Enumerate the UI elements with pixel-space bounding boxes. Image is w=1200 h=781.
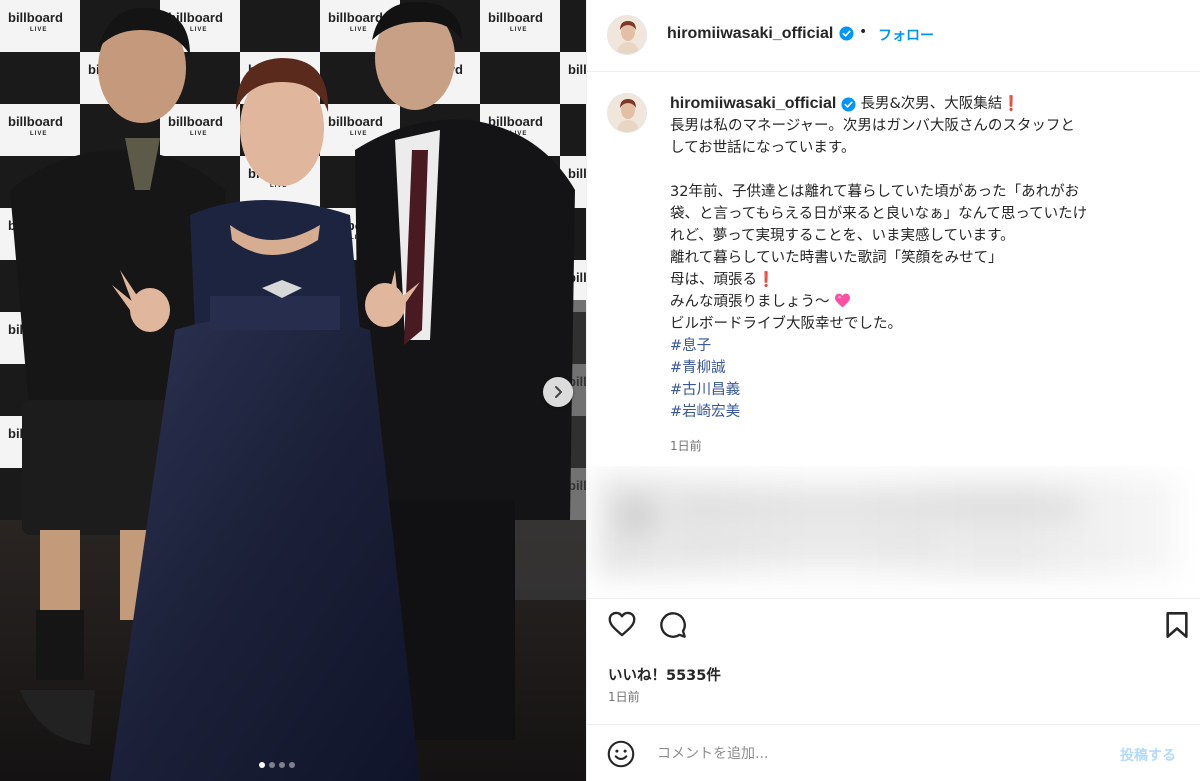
backdrop-logo-sub: LIVE (350, 131, 367, 137)
avatar-image (608, 16, 646, 54)
backdrop-logo-text: billboard (568, 62, 586, 77)
author-username[interactable]: hiromiiwasaki_official (667, 25, 833, 43)
post-photo[interactable]: billboard LIVE billboard LIVE billboard LIVE b… (0, 0, 586, 781)
chevron-right-icon (555, 386, 562, 398)
backdrop-logo-text: billboard (488, 10, 543, 25)
backdrop-logo-sub: LIVE (350, 27, 367, 33)
comment-input[interactable] (657, 741, 1097, 767)
caption-line: れど、夢って実現することを、いま実感しています。 (670, 228, 1015, 244)
hashtag-link[interactable]: #古川昌義 (670, 379, 1190, 401)
backdrop-logo-sub: LIVE (190, 27, 207, 33)
backdrop-logo-text: billboard (568, 166, 586, 181)
caption-line: 離れて暮らしていた時書いた歌詞「笑顔をみせて」 (670, 250, 1003, 266)
post-actions-bar (587, 598, 1200, 656)
exclamation-emoji-icon: ❗ (757, 272, 776, 288)
caption-line: 袋、と言ってもらえる日が来ると良いなぁ」なんて思っていたけ (670, 206, 1088, 222)
caption-text: hiromiiwasaki_official 長男&次男、大阪集結❗ 長男は私の… (670, 93, 1190, 457)
avatar-image (608, 94, 646, 132)
carousel-dot (269, 762, 275, 768)
verified-badge-icon (841, 96, 856, 112)
caption-line: してお世話になっています。 (670, 140, 856, 156)
verified-badge-icon (839, 26, 854, 41)
caption-timestamp: 1日前 (670, 439, 702, 453)
carousel-dot (259, 762, 265, 768)
caption-line: 32年前、子供達とは離れて暮らしていた頃があった「あれがお (670, 184, 1080, 200)
hashtag-link[interactable]: #青柳誠 (670, 357, 1190, 379)
caption-line-row: 母は、頑張る❗ (670, 269, 1190, 291)
backdrop-logo-text: billboard (328, 10, 383, 25)
caption-first-line: hiromiiwasaki_official 長男&次男、大阪集結❗ (670, 93, 1190, 115)
avatar[interactable] (607, 93, 647, 133)
carousel-dot (289, 762, 295, 768)
backdrop-logo-sub: LIVE (190, 131, 207, 137)
carousel-indicator (259, 762, 295, 768)
comment-form: 投稿する (587, 724, 1200, 781)
header-separator: • (859, 24, 868, 40)
caption-line-row: みんな頑張りましょう〜 (670, 291, 1190, 313)
post-comment-button[interactable]: 投稿する (1120, 745, 1176, 765)
caption-line: 母は、頑張る (670, 272, 757, 288)
blurred-comments (587, 466, 1200, 596)
backdrop-logo-sub: LIVE (30, 131, 47, 137)
caption-line: 長男&次男、大阪集結 (860, 96, 1003, 112)
post-header: hiromiiwasaki_official • フォロー (587, 0, 1200, 72)
avatar[interactable] (607, 15, 647, 55)
photo-image: billboard LIVE billboard LIVE billboard LIVE b… (0, 0, 586, 781)
follow-button[interactable]: フォロー (878, 25, 934, 45)
caption-line: みんな頑張りましょう〜 (670, 294, 830, 310)
post-side-panel: hiromiiwasaki_official • フォロー hiromiiwas… (586, 0, 1200, 781)
backdrop-logo-text: billboard (8, 114, 63, 129)
pink-heart-emoji-icon (835, 293, 851, 308)
backdrop-logo-text: billboard (8, 10, 63, 25)
backdrop-logo-sub: LIVE (510, 27, 527, 33)
bookmark-icon[interactable] (1165, 611, 1189, 639)
next-slide-button[interactable] (543, 377, 573, 407)
backdrop-logo-text: billboard (328, 114, 383, 129)
caption-line: 長男は私のマネージャー。次男はガンバ大阪さんのスタッフと (670, 118, 1075, 134)
post-timestamp: 1日前 (608, 690, 640, 704)
emoji-smile-icon[interactable] (607, 740, 635, 768)
like-count[interactable]: いいね！5535件 (608, 664, 721, 685)
carousel-dot (279, 762, 285, 768)
hashtag-link[interactable]: #岩崎宏美 (670, 401, 1190, 423)
backdrop-logo-sub: LIVE (30, 27, 47, 33)
caption-username[interactable]: hiromiiwasaki_official (670, 95, 836, 112)
caption-line: ビルボードライブ大阪幸せでした。 (670, 316, 902, 332)
hashtag-link[interactable]: #息子 (670, 335, 1190, 357)
backdrop-logo-text: billboard (168, 114, 223, 129)
comment-bubble-icon[interactable] (659, 611, 687, 639)
heart-icon[interactable] (608, 611, 636, 637)
exclamation-emoji-icon: ❗ (1002, 96, 1021, 112)
